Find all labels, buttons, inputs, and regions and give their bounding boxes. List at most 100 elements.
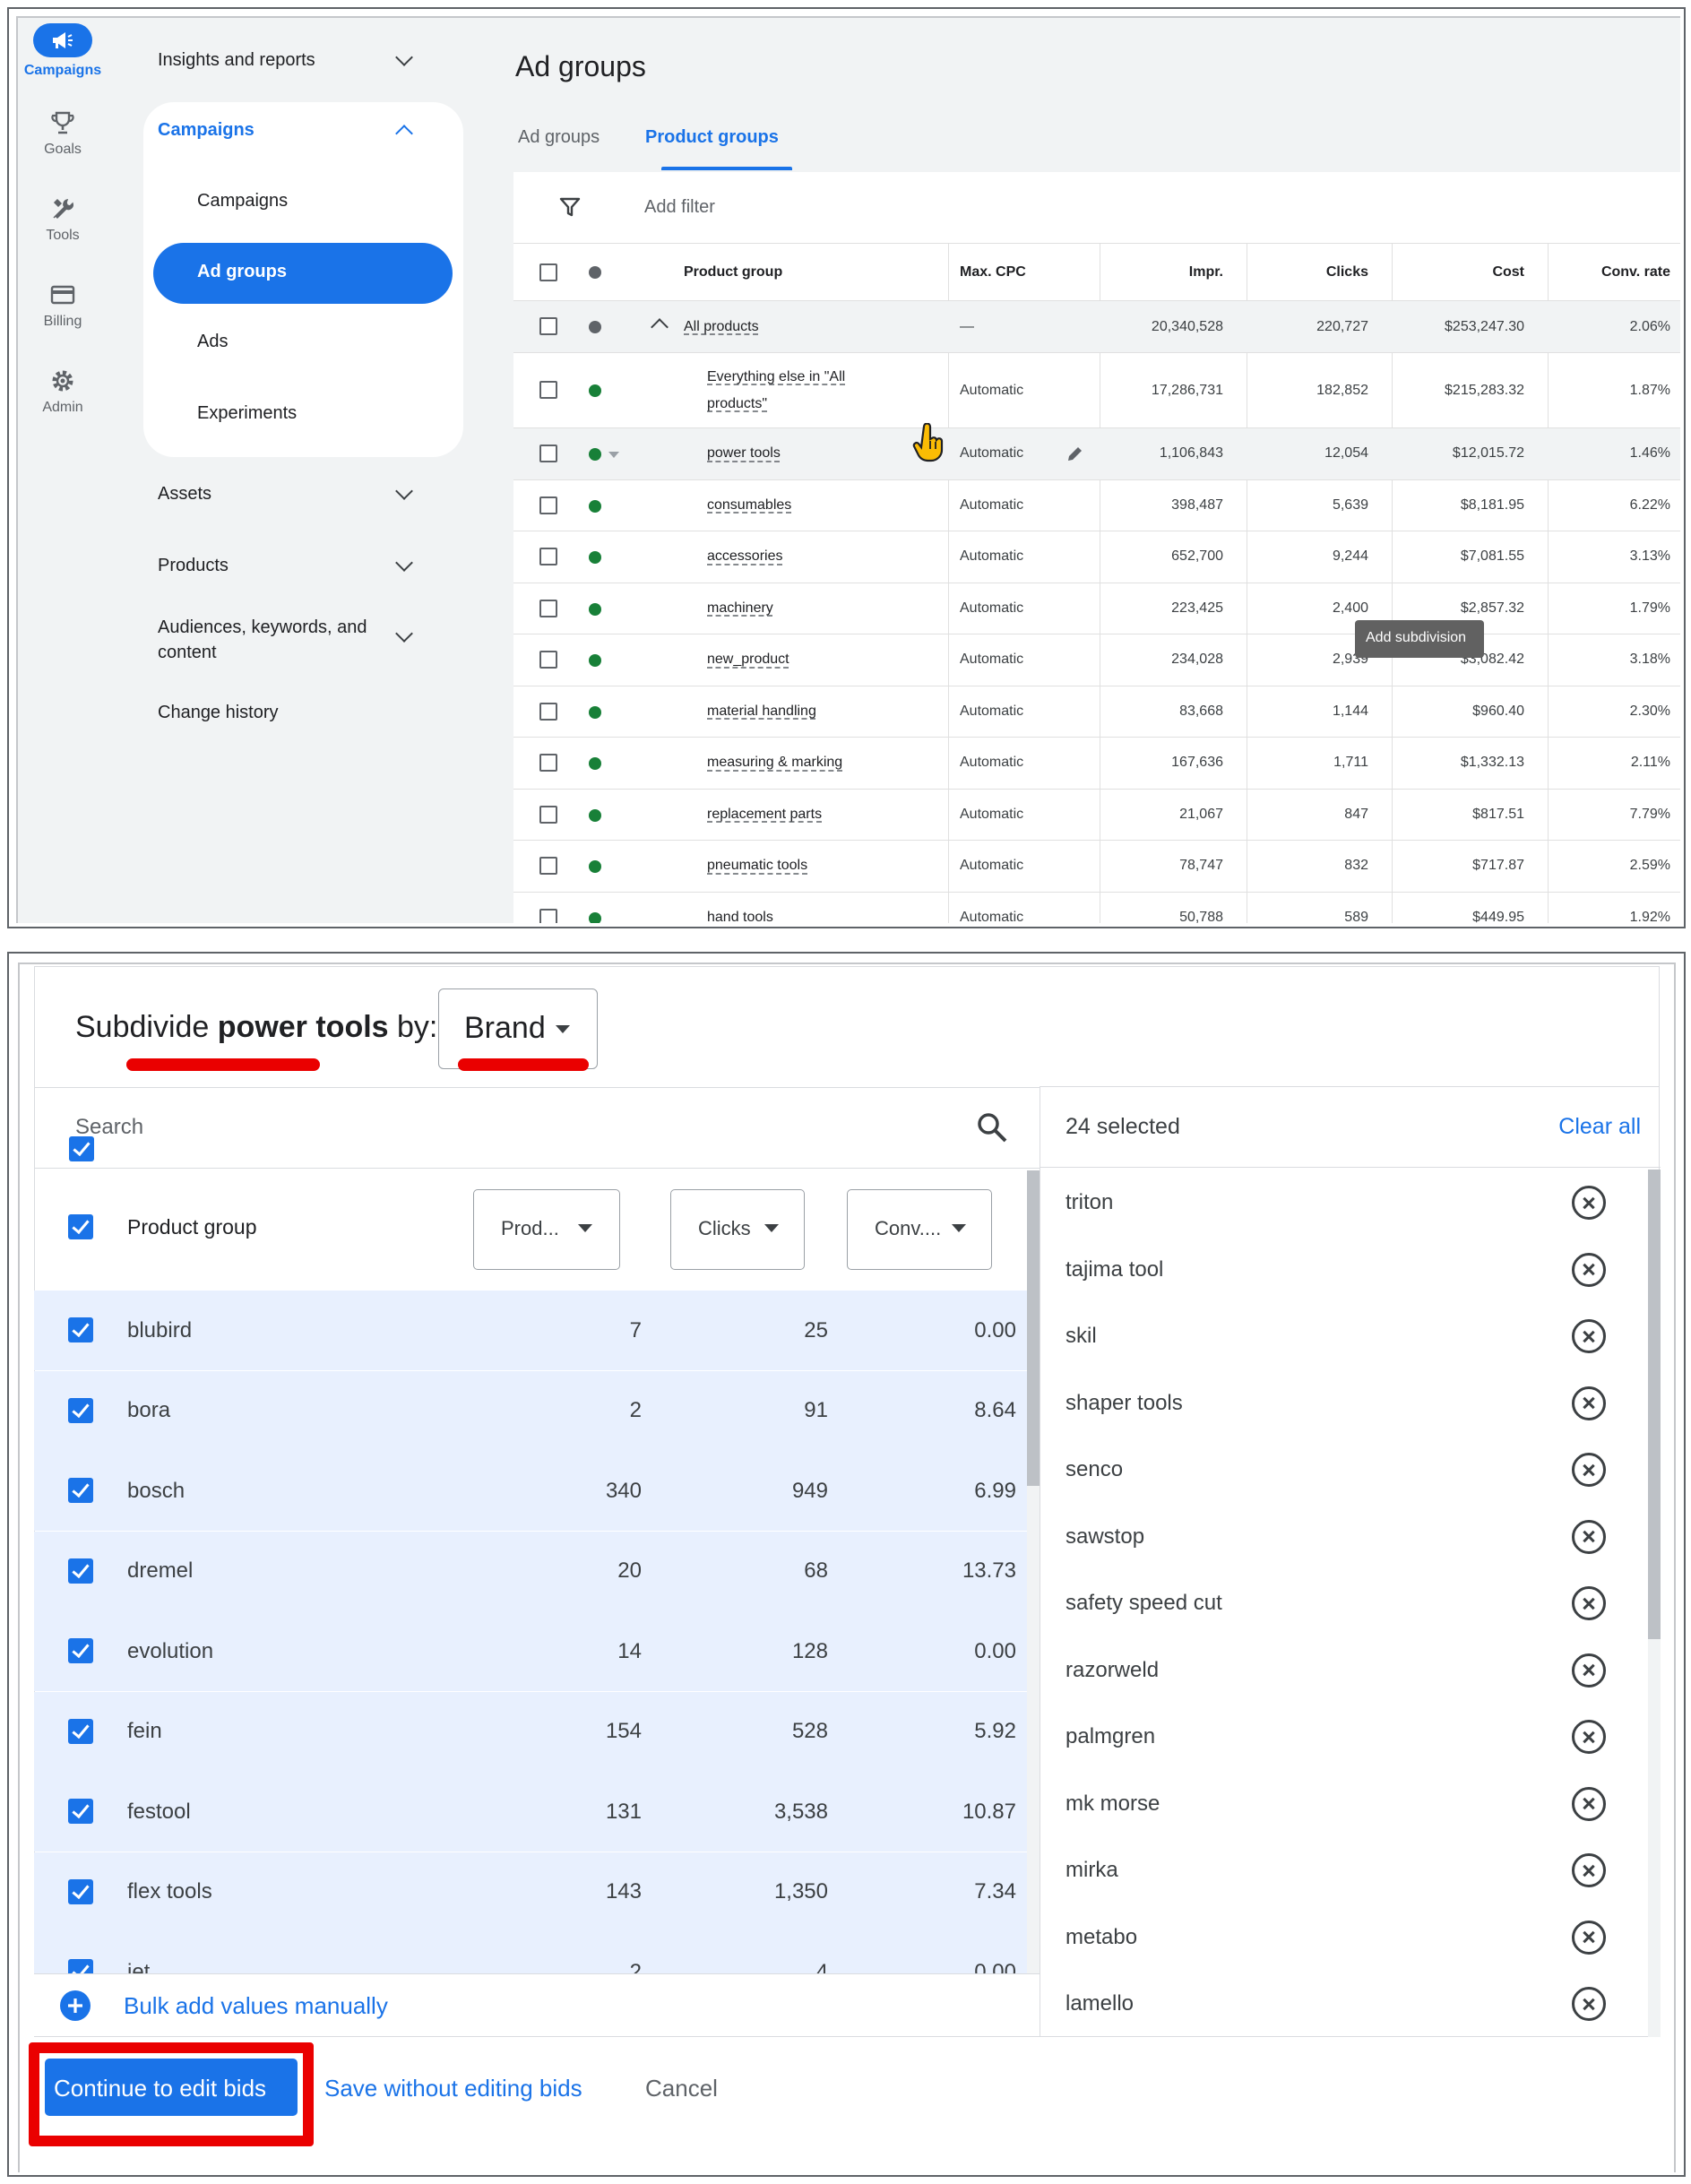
row-checkbox[interactable] <box>539 496 557 514</box>
nav-insights[interactable]: Insights and reports <box>158 50 315 71</box>
brand-row[interactable]: fein 154 528 5.92 <box>34 1691 1027 1772</box>
row-checkbox[interactable] <box>539 651 557 669</box>
brand-row[interactable]: flex tools 143 1,350 7.34 <box>34 1852 1027 1932</box>
nav-products[interactable]: Products <box>158 556 229 576</box>
brand-row[interactable]: bora 2 91 8.64 <box>34 1370 1027 1451</box>
col-cost[interactable]: Cost <box>1492 264 1524 281</box>
remove-circle-icon[interactable] <box>1572 1653 1606 1688</box>
brand-checkbox[interactable] <box>68 1638 93 1663</box>
bulk-add-link[interactable]: Bulk add values manually <box>124 1992 388 2020</box>
col-conv-dropdown[interactable]: Conv.... <box>847 1189 992 1270</box>
product-group-name[interactable]: material handling <box>707 704 816 720</box>
rail-campaigns[interactable]: Campaigns <box>18 23 108 79</box>
product-group-name[interactable]: accessories <box>707 548 782 565</box>
row-checkbox[interactable] <box>539 317 557 335</box>
row-checkbox[interactable] <box>539 857 557 875</box>
product-group-name[interactable]: power tools <box>707 445 781 462</box>
tab-ad-groups[interactable]: Ad groups <box>518 127 600 148</box>
brand-checkbox[interactable] <box>68 1959 93 1973</box>
nav-assets[interactable]: Assets <box>158 484 211 505</box>
rail-billing[interactable]: Billing <box>18 281 108 330</box>
table-row[interactable]: pneumatic tools Automatic 78,747 832 $717.87… <box>513 841 1680 893</box>
remove-circle-icon[interactable] <box>1572 1720 1606 1754</box>
select-all-checkbox[interactable] <box>539 263 557 281</box>
col-prod-dropdown[interactable]: Prod... <box>473 1189 620 1270</box>
remove-circle-icon[interactable] <box>1572 1386 1606 1420</box>
nav-change-history[interactable]: Change history <box>158 703 279 723</box>
brand-row[interactable]: blubird 7 25 0.00 <box>34 1291 1027 1370</box>
brand-row[interactable]: dremel 20 68 13.73 <box>34 1531 1027 1611</box>
nav-campaigns-group[interactable]: Campaigns <box>158 120 255 141</box>
remove-circle-icon[interactable] <box>1572 1519 1606 1554</box>
brand-checkbox[interactable] <box>68 1558 93 1584</box>
table-row[interactable]: consumables Automatic 398,487 5,639 $8,181.9… <box>513 480 1680 531</box>
row-checkbox[interactable] <box>539 702 557 721</box>
chevron-down-icon[interactable] <box>395 48 413 66</box>
row-checkbox[interactable] <box>539 805 557 824</box>
add-circle-icon[interactable] <box>59 1990 91 2022</box>
remove-circle-icon[interactable] <box>1572 1786 1606 1821</box>
product-group-name[interactable]: replacement parts <box>707 807 822 823</box>
brand-checkbox[interactable] <box>68 1478 93 1503</box>
row-checkbox[interactable] <box>539 908 557 923</box>
save-without-editing-bids-button[interactable]: Save without editing bids <box>324 2075 582 2102</box>
select-all-checkbox[interactable] <box>68 1214 93 1239</box>
nav-experiments[interactable]: Experiments <box>197 403 297 424</box>
brand-checkbox[interactable] <box>68 1397 93 1423</box>
row-checkbox[interactable] <box>539 548 557 565</box>
edit-pencil-icon[interactable] <box>1066 444 1085 463</box>
add-filter-button[interactable]: Add filter <box>644 197 715 218</box>
brand-row[interactable]: jet 2 4 0.00 <box>34 1932 1027 1973</box>
brand-checkbox[interactable] <box>68 1799 93 1824</box>
table-row[interactable]: machinery Automatic 223,425 2,400 $2,857.32 1… <box>513 583 1680 634</box>
row-checkbox[interactable] <box>539 381 557 399</box>
remove-circle-icon[interactable] <box>1572 1853 1606 1887</box>
scrollbar-thumb[interactable] <box>1648 1170 1661 1639</box>
select-all-checkbox[interactable] <box>69 1136 94 1161</box>
table-row[interactable]: material handling Automatic 83,668 1,144 $96… <box>513 686 1680 738</box>
clear-all-button[interactable]: Clear all <box>1558 1114 1641 1140</box>
rail-admin[interactable]: Admin <box>18 367 108 416</box>
brand-row[interactable]: evolution 14 128 0.00 <box>34 1611 1027 1691</box>
nav-audiences[interactable]: Audiences, keywords, and content <box>158 615 367 665</box>
rail-goals[interactable]: Goals <box>18 109 108 158</box>
dimension-dropdown[interactable]: Brand <box>438 988 598 1069</box>
brand-row[interactable]: bosch 340 949 6.99 <box>34 1451 1027 1531</box>
brand-checkbox[interactable] <box>68 1878 93 1904</box>
brand-checkbox[interactable] <box>68 1317 93 1342</box>
nav-ad-groups[interactable]: Ad groups <box>197 262 287 282</box>
row-checkbox[interactable] <box>539 754 557 772</box>
product-group-name[interactable]: machinery <box>707 600 773 617</box>
rail-tools[interactable]: Tools <box>18 195 108 244</box>
row-checkbox[interactable] <box>539 445 557 462</box>
table-row[interactable]: new_product Automatic 234,028 2,939 $3,082.4… <box>513 634 1680 686</box>
nav-ads[interactable]: Ads <box>197 332 228 352</box>
remove-circle-icon[interactable] <box>1572 1319 1606 1353</box>
row-checkbox[interactable] <box>539 599 557 617</box>
chevron-down-icon[interactable] <box>395 625 413 643</box>
product-group-name[interactable]: consumables <box>707 497 791 514</box>
product-group-name[interactable]: Everything else in "All products" <box>707 364 845 418</box>
product-group-name[interactable]: All products <box>684 319 759 335</box>
brand-checkbox[interactable] <box>68 1718 93 1744</box>
remove-circle-icon[interactable] <box>1572 1453 1606 1487</box>
table-row[interactable]: accessories Automatic 652,700 9,244 $7,081.5… <box>513 531 1680 583</box>
table-row[interactable]: measuring & marking Automatic 167,636 1,711… <box>513 738 1680 790</box>
nav-campaigns[interactable]: Campaigns <box>197 191 288 211</box>
product-group-name[interactable]: measuring & marking <box>707 755 842 771</box>
product-group-name[interactable]: new_product <box>707 652 789 668</box>
col-clicks-dropdown[interactable]: Clicks <box>670 1189 805 1270</box>
chevron-down-icon[interactable] <box>395 482 413 500</box>
col-conv-rate[interactable]: Conv. rate <box>1601 264 1670 281</box>
filter-icon[interactable] <box>558 195 582 219</box>
collapse-chevron-icon[interactable] <box>651 318 669 336</box>
search-icon[interactable] <box>976 1111 1008 1144</box>
cancel-button[interactable]: Cancel <box>645 2075 718 2102</box>
remove-circle-icon[interactable] <box>1572 1186 1606 1220</box>
table-row[interactable]: replacement parts Automatic 21,067 847 $817.… <box>513 790 1680 841</box>
scrollbar-thumb[interactable] <box>1027 1170 1040 1486</box>
remove-circle-icon[interactable] <box>1572 1252 1606 1287</box>
chevron-down-icon[interactable] <box>395 554 413 572</box>
table-row[interactable]: hand tools Automatic 50,788 589 $449.95 1.92% <box>513 893 1680 923</box>
remove-circle-icon[interactable] <box>1572 1586 1606 1620</box>
